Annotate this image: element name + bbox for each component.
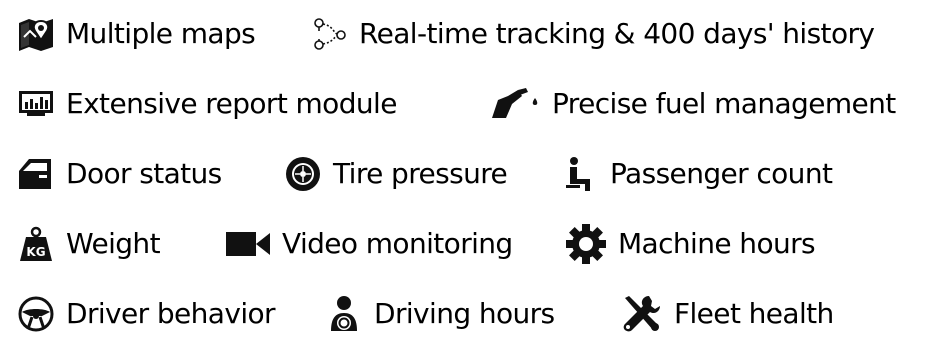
feature-tracking-history: Real-time tracking & 400 days' history [309,14,875,54]
feature-multiple-maps: Multiple maps [16,14,256,54]
feature-door-status: Door status [16,154,222,194]
route-icon [309,14,349,54]
map-pin-icon [16,14,56,54]
feature-report-module: Extensive report module [16,84,397,124]
feature-label: Driving hours [374,297,555,330]
feature-label: Weight [66,227,161,260]
feature-passenger-count: Passenger count [560,154,833,194]
passenger-seat-icon [560,154,600,194]
feature-driver-behavior: Driver behavior [16,294,276,334]
driver-icon [324,294,364,334]
feature-label: Extensive report module [66,87,397,120]
feature-label: Real-time tracking & 400 days' history [359,17,875,50]
gear-icon [564,224,608,264]
feature-fuel-management: Precise fuel management [488,84,896,124]
feature-weight: KG Weight [16,224,161,264]
feature-label: Fleet health [674,297,834,330]
feature-label: Precise fuel management [552,87,896,120]
car-door-icon [16,154,56,194]
wrench-screwdriver-icon [618,294,664,334]
feature-label: Multiple maps [66,17,256,50]
feature-label: Door status [66,157,222,190]
weight-kg-icon: KG [16,224,56,264]
video-camera-icon [224,224,272,264]
feature-video-monitoring: Video monitoring [224,224,513,264]
svg-text:KG: KG [26,245,45,259]
tire-icon [283,154,323,194]
feature-machine-hours: Machine hours [564,224,816,264]
feature-driving-hours: Driving hours [324,294,555,334]
feature-label: Machine hours [618,227,816,260]
feature-label: Passenger count [610,157,833,190]
fuel-nozzle-icon [488,84,542,124]
feature-tire-pressure: Tire pressure [283,154,508,194]
steering-wheel-icon [16,294,56,334]
feature-fleet-health: Fleet health [618,294,834,334]
feature-label: Video monitoring [282,227,513,260]
feature-label: Driver behavior [66,297,276,330]
feature-label: Tire pressure [333,157,508,190]
report-monitor-icon [16,84,56,124]
